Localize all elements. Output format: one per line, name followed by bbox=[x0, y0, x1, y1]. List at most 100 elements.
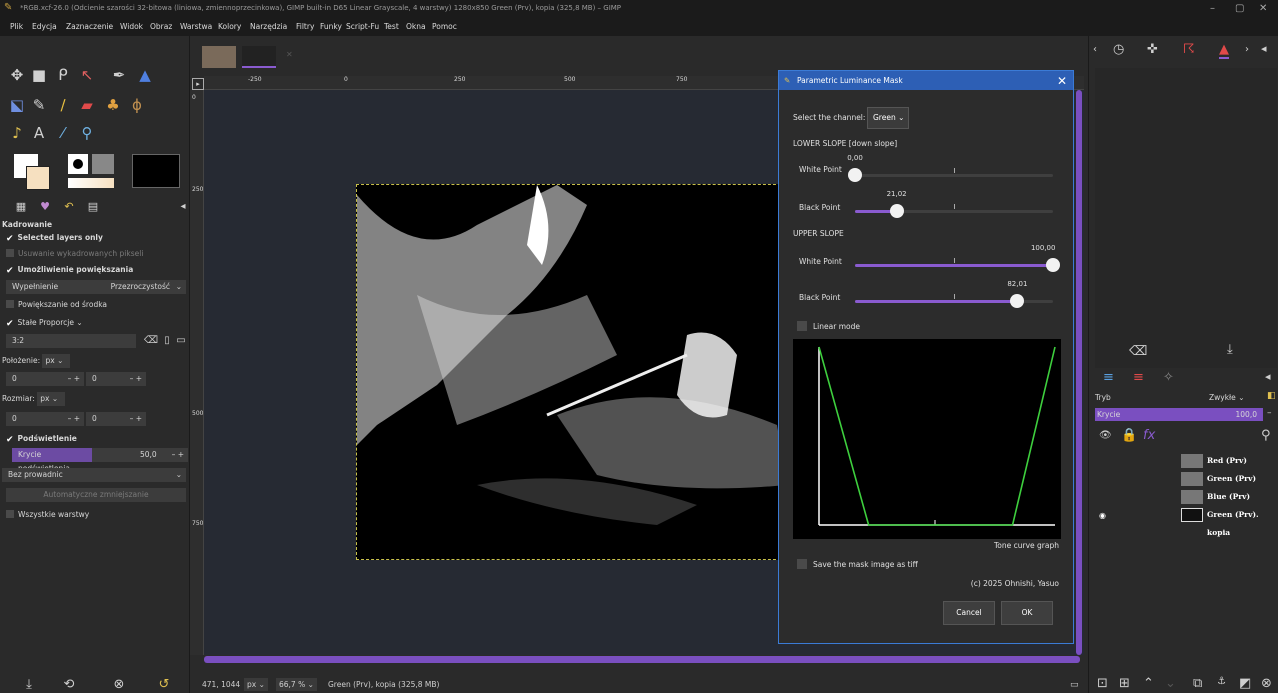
new-group-icon[interactable]: ⊞ bbox=[1119, 676, 1130, 691]
selected-layers-only-checkbox[interactable]: ✔ Selected layers only bbox=[6, 231, 188, 245]
maximize-button[interactable]: ▢ bbox=[1235, 3, 1244, 14]
color-picker-icon[interactable]: ⁄ bbox=[54, 124, 72, 142]
position-x-input[interactable]: 0– + bbox=[6, 372, 84, 386]
menu-image[interactable]: Obraz bbox=[150, 22, 172, 31]
dock-menu-icon[interactable]: ◂ bbox=[1261, 42, 1267, 55]
highlight-opacity-slider[interactable]: Krycie podświetlenia bbox=[12, 448, 92, 473]
move-tool-icon[interactable]: ✥ bbox=[8, 66, 26, 84]
paths-tab-icon[interactable]: ✧ bbox=[1163, 370, 1174, 385]
undo-tab-icon[interactable]: ↶ bbox=[60, 198, 78, 216]
opacity-minus[interactable]: – bbox=[1267, 408, 1272, 418]
menu-colors[interactable]: Kolory bbox=[218, 22, 241, 31]
lower-white-knob[interactable] bbox=[848, 168, 862, 182]
menu-windows[interactable]: Okna bbox=[406, 22, 426, 31]
highlight-opacity-value[interactable]: 50,0– + bbox=[92, 448, 188, 462]
save-icon[interactable]: ⤓ bbox=[1227, 342, 1233, 357]
image-thumbnail[interactable] bbox=[132, 154, 180, 188]
cancel-button[interactable]: Cancel bbox=[943, 601, 995, 625]
device-status-tab-icon[interactable]: ♥ bbox=[36, 198, 54, 216]
duplicate-layer-icon[interactable]: ⧉ bbox=[1193, 676, 1202, 691]
pencil-tool-icon[interactable]: ∕ bbox=[54, 96, 72, 114]
ratio-input[interactable]: 3:2 bbox=[6, 334, 136, 348]
lasso-tool-icon[interactable]: ᑭ bbox=[54, 66, 72, 84]
dodge-tool-icon[interactable]: ♪ bbox=[8, 124, 26, 142]
warp-tool-icon[interactable]: ✎ bbox=[30, 96, 48, 114]
search-icon[interactable]: ⚲ bbox=[1261, 428, 1271, 443]
menu-layer[interactable]: Warstwa bbox=[180, 22, 212, 31]
menu-script-fu[interactable]: Script-Fu bbox=[346, 22, 379, 31]
lower-layer-icon[interactable]: ⌄ bbox=[1165, 676, 1176, 691]
eraser-tool-icon[interactable]: ▰ bbox=[78, 96, 96, 114]
fixed-ratio-checkbox[interactable]: ✔ Stałe Proporcje ⌄ bbox=[6, 316, 188, 330]
image-canvas[interactable] bbox=[356, 184, 786, 560]
upper-black-knob[interactable] bbox=[1010, 294, 1025, 308]
expand-center-checkbox[interactable]: Powiększanie od środka bbox=[6, 298, 188, 312]
text-tool-icon[interactable]: A bbox=[30, 124, 48, 142]
raise-layer-icon[interactable]: ⌃ bbox=[1143, 676, 1154, 691]
layers-tab-icon[interactable]: ≡ bbox=[1103, 370, 1114, 385]
zoom-tool-icon[interactable]: ⚲ bbox=[78, 124, 96, 142]
close-tab-icon[interactable]: ✕ bbox=[286, 50, 293, 59]
size-w-input[interactable]: 0– + bbox=[6, 412, 84, 426]
close-window-button[interactable]: ✕ bbox=[1259, 3, 1267, 14]
new-layer-icon[interactable]: ⊡ bbox=[1097, 676, 1108, 691]
clone-tool-icon[interactable]: ♣ bbox=[104, 96, 122, 114]
lock-icon[interactable]: 🔒 bbox=[1121, 428, 1137, 443]
position-unit-select[interactable]: px ⌄ bbox=[42, 354, 71, 368]
all-layers-checkbox[interactable]: Wszystkie warstwy bbox=[6, 508, 188, 522]
images-tab-icon[interactable]: ▤ bbox=[84, 198, 102, 216]
eye-icon[interactable]: ◉ bbox=[1099, 506, 1106, 524]
scroll-right-icon[interactable]: › bbox=[1245, 44, 1249, 55]
ok-button[interactable]: OK bbox=[1001, 601, 1053, 625]
paths-tool-icon[interactable]: ✒ bbox=[110, 66, 128, 84]
minimize-button[interactable]: – bbox=[1210, 3, 1215, 14]
gradient-preview[interactable] bbox=[68, 178, 114, 188]
menu-view[interactable]: Widok bbox=[120, 22, 143, 31]
effects-icon[interactable]: fx bbox=[1143, 428, 1155, 443]
lower-black-slider[interactable]: 21,02 bbox=[855, 190, 1053, 218]
clear-icon[interactable]: ⌫ bbox=[1129, 344, 1147, 359]
upper-white-slider[interactable]: 100,00 bbox=[855, 244, 1060, 272]
menu-test[interactable]: Test bbox=[384, 22, 399, 31]
horizontal-scrollbar[interactable] bbox=[204, 656, 1080, 663]
auto-shrink-button[interactable]: Automatyczne zmniejszanie bbox=[6, 488, 186, 502]
landscape-icon[interactable]: ▭ bbox=[172, 332, 190, 350]
background-color[interactable] bbox=[26, 166, 50, 190]
transform-tool-icon[interactable]: ⬕ bbox=[8, 96, 26, 114]
menu-edit[interactable]: Edycja bbox=[32, 22, 57, 31]
tool-options-tab-icon[interactable]: ▦ bbox=[12, 198, 30, 216]
channel-select[interactable]: Green ⌄ bbox=[867, 107, 909, 129]
vertical-scrollbar[interactable] bbox=[1076, 90, 1082, 655]
save-options-icon[interactable]: ⤓ bbox=[20, 676, 38, 693]
brush-preview[interactable] bbox=[68, 154, 88, 174]
anchor-icon[interactable]: ⚓ bbox=[1217, 676, 1226, 687]
pattern-preview[interactable] bbox=[92, 154, 114, 174]
linear-mode-checkbox[interactable] bbox=[797, 321, 807, 331]
dialog-close-icon[interactable]: ✕ bbox=[1057, 72, 1067, 91]
menu-filters[interactable]: Filtry bbox=[296, 22, 314, 31]
dialog-title-bar[interactable]: ✎ Parametric Luminance Mask ✕ bbox=[779, 71, 1073, 90]
reset-options-icon[interactable]: ↺ bbox=[155, 676, 173, 693]
save-mask-checkbox[interactable] bbox=[797, 559, 807, 569]
size-unit-select[interactable]: px ⌄ bbox=[37, 392, 66, 406]
scroll-left-icon[interactable]: ‹ bbox=[1093, 44, 1097, 55]
delete-cropped-checkbox[interactable]: Usuwanie wykadrowanych pikseli bbox=[6, 247, 188, 261]
panel-toggle-icon[interactable]: ▭ bbox=[1070, 680, 1079, 690]
menu-tools[interactable]: Narzędzia bbox=[250, 22, 287, 31]
layer-row[interactable]: Blue (Prv) bbox=[1089, 488, 1278, 506]
lower-black-knob[interactable] bbox=[889, 204, 904, 218]
image-tab-1[interactable] bbox=[202, 46, 236, 68]
channels-tab-icon[interactable]: ≡ bbox=[1133, 370, 1144, 385]
restore-options-icon[interactable]: ⟲ bbox=[60, 676, 78, 693]
fill-select[interactable]: Wypełnienie Przezroczystość ⌄ bbox=[6, 280, 186, 294]
menu-select[interactable]: Zaznaczenie bbox=[66, 22, 113, 31]
lower-white-slider[interactable]: 0,00 bbox=[847, 154, 1053, 182]
menu-help[interactable]: Pomoc bbox=[432, 22, 457, 31]
delete-options-icon[interactable]: ⊗ bbox=[110, 676, 128, 693]
rect-select-tool-icon[interactable]: ■ bbox=[30, 66, 48, 84]
size-h-input[interactable]: 0– + bbox=[86, 412, 146, 426]
layers-menu-icon[interactable]: ◂ bbox=[1265, 370, 1271, 383]
layer-row[interactable]: Red (Prv) bbox=[1089, 452, 1278, 470]
navigate-corner-icon[interactable]: ▸ bbox=[192, 78, 204, 90]
mask-icon[interactable]: ◩ bbox=[1239, 676, 1251, 691]
